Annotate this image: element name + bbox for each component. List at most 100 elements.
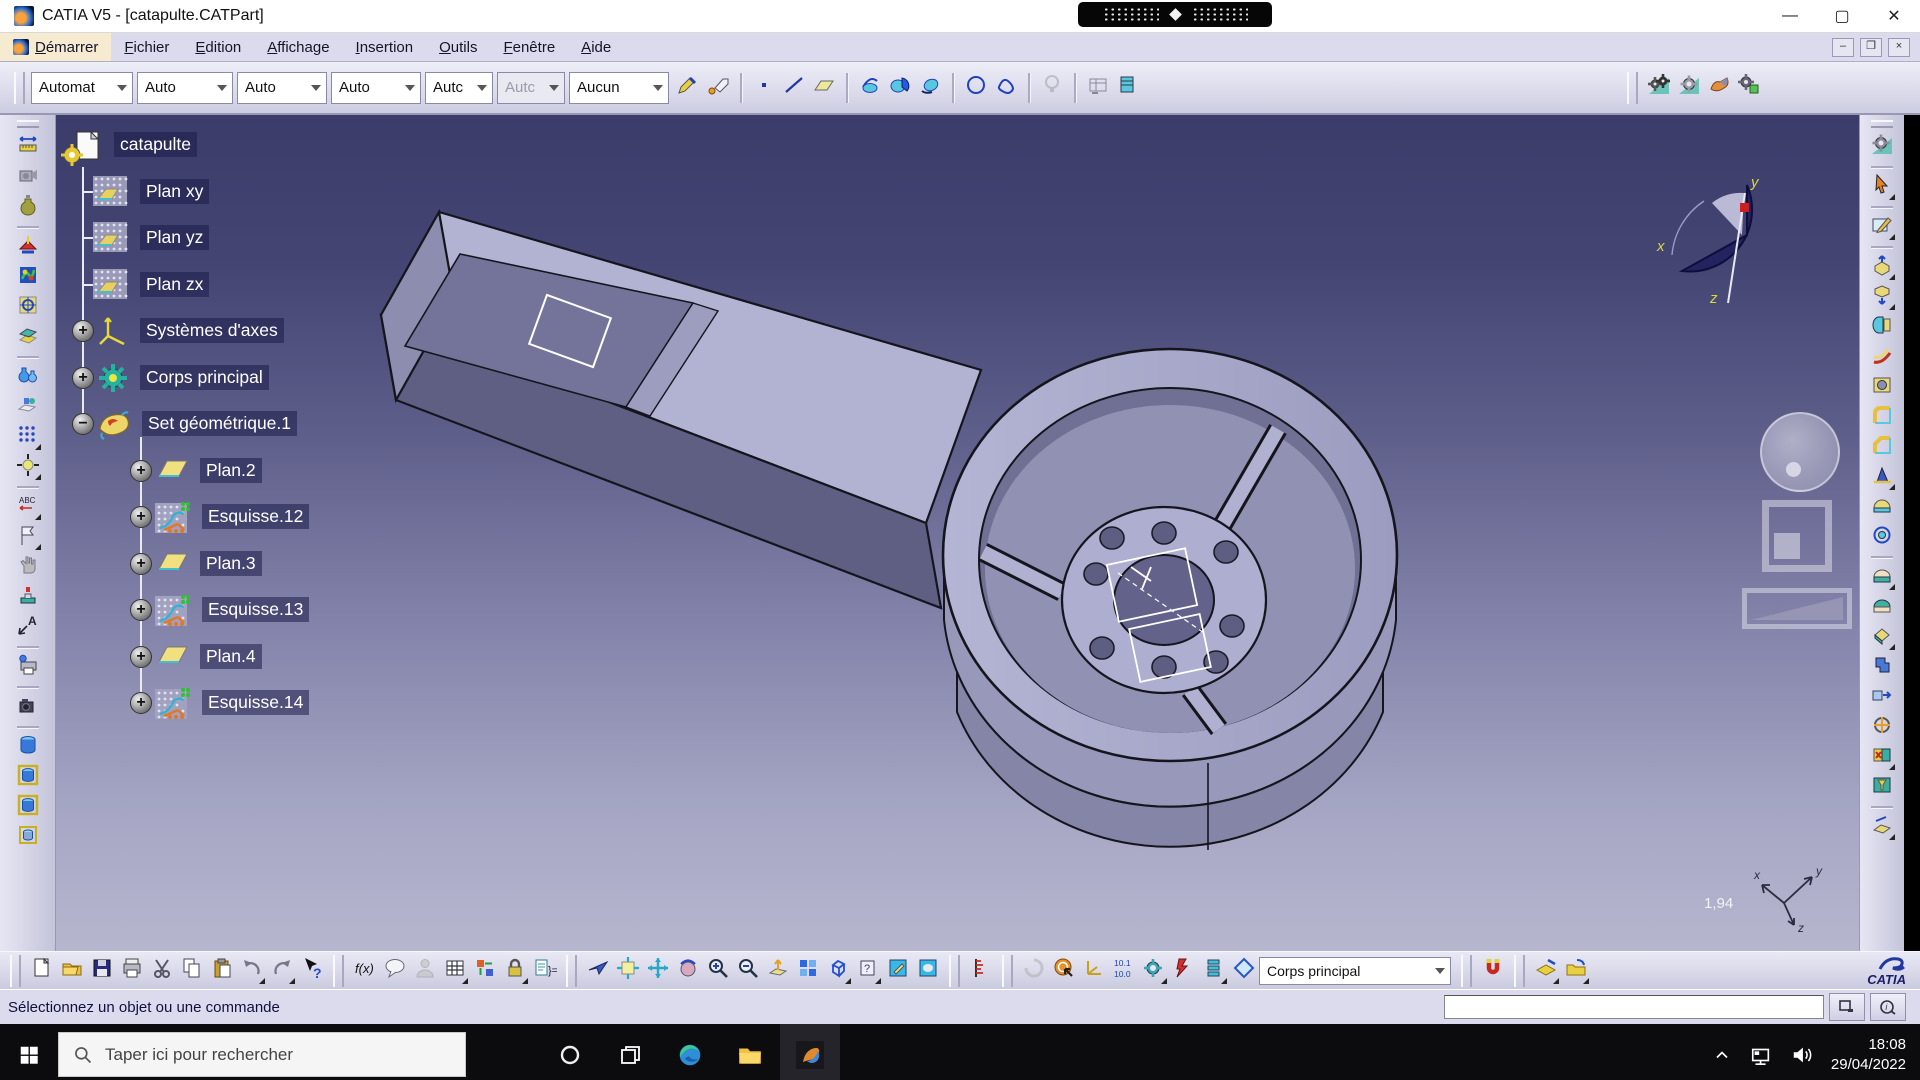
fit-all-in-button[interactable] <box>614 957 642 985</box>
whats-this-button[interactable]: ? <box>298 957 326 985</box>
thickness-button[interactable] <box>1868 523 1896 551</box>
format-combo-2[interactable]: Auto <box>137 72 233 104</box>
gearbody-icon[interactable] <box>96 361 130 400</box>
manual-update-button[interactable] <box>1050 957 1078 985</box>
knowledge-map-button[interactable] <box>471 957 499 985</box>
widget-square[interactable] <box>1762 500 1832 572</box>
taskbar-edge[interactable] <box>660 1024 720 1080</box>
toolbar-grip[interactable] <box>566 955 577 987</box>
remove-boolean-button[interactable] <box>1868 623 1896 651</box>
database-volume-3-button[interactable] <box>14 793 42 821</box>
render-capture-button[interactable] <box>14 163 42 191</box>
shell-button[interactable] <box>1868 493 1896 521</box>
planemesh-icon[interactable] <box>92 175 128 212</box>
tree-item-plan-yz[interactable]: Plan yz <box>140 225 209 250</box>
spline-button[interactable] <box>992 74 1020 102</box>
catalog-b-button[interactable] <box>1562 957 1590 985</box>
open-button[interactable] <box>58 957 86 985</box>
text-with-leader-button[interactable]: A <box>14 613 42 641</box>
shaft-button[interactable] <box>1868 313 1896 341</box>
measure-inertia-button[interactable] <box>1868 813 1896 841</box>
speaker-icon[interactable] <box>1790 1044 1814 1066</box>
grab-hand-button[interactable] <box>14 553 42 581</box>
update-all-button[interactable] <box>1020 957 1048 985</box>
toolbar-grip[interactable] <box>1002 955 1013 987</box>
sketch-analysis-button[interactable] <box>14 233 42 261</box>
formula-button[interactable]: f(x) <box>351 957 379 985</box>
edge-fillet-button[interactable] <box>1868 403 1896 431</box>
taskbar-catia[interactable] <box>780 1024 840 1080</box>
axes-icon[interactable] <box>96 314 130 353</box>
knowledge-info-button[interactable]: i <box>1870 993 1906 1021</box>
workbench-gear-button[interactable] <box>1868 133 1896 161</box>
rapid-prototyping-button[interactable] <box>14 653 42 681</box>
rib-button[interactable] <box>1868 343 1896 371</box>
pan-button[interactable] <box>644 957 672 985</box>
taskbar-task-view[interactable] <box>600 1024 660 1080</box>
rotate-button[interactable] <box>674 957 702 985</box>
widget-wedge[interactable] <box>1742 588 1852 629</box>
menu-dmarrer[interactable]: Démarrer <box>0 33 111 61</box>
close-button[interactable]: ✕ <box>1868 0 1920 32</box>
tree-item-plan-xy[interactable]: Plan xy <box>140 179 209 204</box>
toolbar-grip[interactable] <box>949 955 960 987</box>
toolbar-grip[interactable] <box>1461 955 1472 987</box>
shape-morphing-button[interactable] <box>14 393 42 421</box>
orientation-compass[interactable]: x y z <box>1652 173 1782 313</box>
stacked-list-button[interactable] <box>1200 957 1228 985</box>
expand-icon[interactable]: + <box>130 506 152 528</box>
light-button[interactable] <box>1038 74 1066 102</box>
constraints-zap-button[interactable] <box>1170 957 1198 985</box>
named-views-button[interactable]: ? <box>854 957 882 985</box>
rule-sheet-button[interactable]: }= <box>531 957 559 985</box>
point-pattern-button[interactable] <box>14 423 42 451</box>
expand-icon[interactable]: + <box>72 320 94 342</box>
multi-view-button[interactable] <box>794 957 822 985</box>
print-button[interactable] <box>118 957 146 985</box>
tray-chevron-icon[interactable] <box>1712 1045 1732 1065</box>
toolbar-grip[interactable] <box>14 72 25 104</box>
hole-button[interactable] <box>1868 373 1896 401</box>
insert-body-button[interactable] <box>1868 773 1896 801</box>
mean-dimensions-button[interactable]: 10.110.0 <box>1110 957 1138 985</box>
expand-icon[interactable]: + <box>130 646 152 668</box>
format-combo-5[interactable]: Autc <box>425 72 493 104</box>
flag-note-button[interactable] <box>14 523 42 551</box>
taskbar-cortana[interactable] <box>540 1024 600 1080</box>
mdi-close-button[interactable]: × <box>1888 38 1910 57</box>
translation-button[interactable] <box>1868 683 1896 711</box>
save-button[interactable] <box>88 957 116 985</box>
menu-fentre[interactable]: Fenêtre <box>490 33 568 61</box>
expand-icon[interactable]: + <box>130 692 152 714</box>
database-volume-2-button[interactable] <box>14 763 42 791</box>
taskbar-search[interactable]: Taper ici pour rechercher <box>58 1032 466 1077</box>
sketch-icon[interactable] <box>154 500 192 541</box>
redo-button[interactable] <box>268 957 296 985</box>
sweep-surface-button[interactable] <box>916 74 944 102</box>
person-button[interactable] <box>411 957 439 985</box>
power-input[interactable] <box>1444 995 1824 1019</box>
format-combo-1[interactable]: Automat <box>31 72 133 104</box>
add-boolean-button[interactable] <box>1868 593 1896 621</box>
extrude-surface-button[interactable] <box>856 74 884 102</box>
union-trim-button[interactable] <box>1868 653 1896 681</box>
catalyst-magnet-button[interactable] <box>1479 957 1507 985</box>
paste-button[interactable] <box>208 957 236 985</box>
render-style-button[interactable] <box>884 957 912 985</box>
stamp-button[interactable] <box>14 583 42 611</box>
paintbrush-button[interactable] <box>674 74 702 102</box>
workbench-assembly-button[interactable] <box>1735 74 1763 102</box>
text-annotation-button[interactable]: ABC <box>14 493 42 521</box>
scaling-button[interactable] <box>1868 713 1896 741</box>
format-combo-4[interactable]: Auto <box>331 72 421 104</box>
sketcher-button[interactable] <box>1868 213 1896 241</box>
tree-item-corps-principal[interactable]: Corps principal <box>140 365 269 390</box>
collapse-icon[interactable]: − <box>72 413 94 435</box>
catalog-table-button[interactable] <box>1114 74 1142 102</box>
minimize-button[interactable]: — <box>1764 0 1816 32</box>
planeyellow-icon[interactable] <box>156 640 190 673</box>
wizard-flag-button[interactable] <box>704 74 732 102</box>
select-arrow-button[interactable] <box>1868 173 1896 201</box>
fly-mode-button[interactable] <box>584 957 612 985</box>
tree-item-esquisse-14[interactable]: Esquisse.14 <box>202 690 309 715</box>
